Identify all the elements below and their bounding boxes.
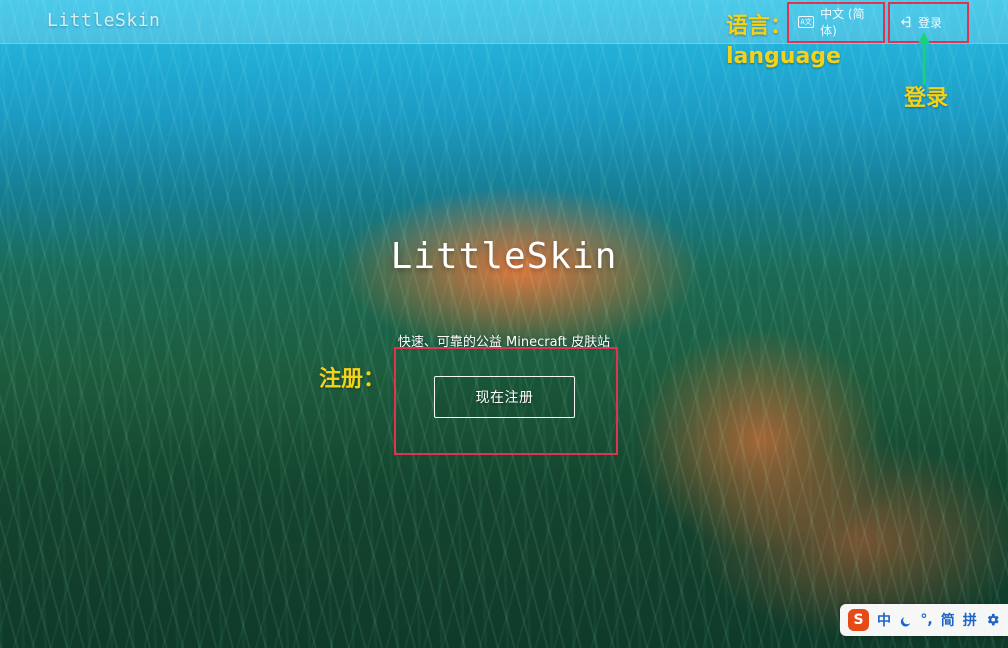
background-texture <box>0 0 1008 648</box>
annotation-language-en: language <box>726 44 841 69</box>
ime-logo[interactable]: S <box>848 609 870 631</box>
annotation-arrow-icon <box>918 32 930 86</box>
annotation-register: 注册： <box>319 367 386 392</box>
ime-pinyin[interactable]: 拼 <box>963 610 977 630</box>
hero-title: LittleSkin <box>390 236 618 277</box>
gear-icon[interactable] <box>985 612 1000 628</box>
ime-punctuation[interactable]: °, <box>920 612 932 628</box>
annotation-language-box <box>787 2 885 43</box>
moon-icon[interactable] <box>899 613 912 627</box>
annotation-language-cn: 语言： <box>726 14 793 39</box>
navbar-brand[interactable]: LittleSkin <box>47 10 160 31</box>
annotation-register-box <box>394 347 618 455</box>
ime-language-mode[interactable]: 中 <box>877 610 891 630</box>
ime-simplified[interactable]: 简 <box>941 610 955 630</box>
ime-toolbar[interactable]: S 中 °, 简 拼 <box>840 604 1008 636</box>
annotation-login: 登录 <box>904 86 949 111</box>
